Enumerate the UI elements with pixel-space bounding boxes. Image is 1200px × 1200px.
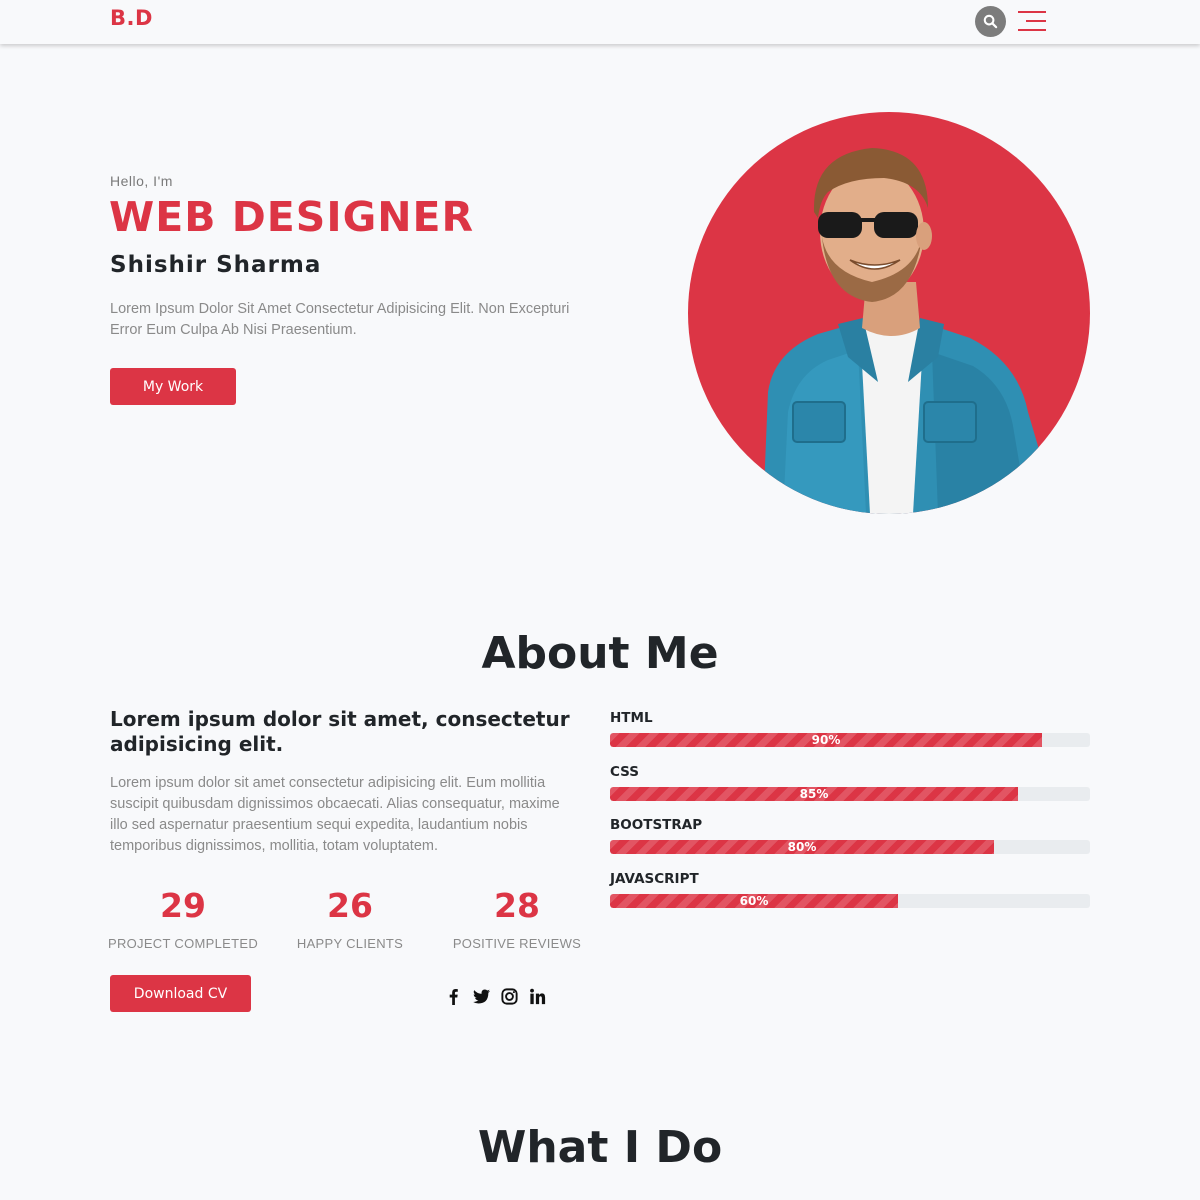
skill-name: BOOTSTRAP bbox=[610, 817, 703, 833]
services-title: What I Do bbox=[477, 1122, 723, 1173]
navbar: B.D bbox=[0, 0, 1200, 44]
download-cv-button[interactable]: Download CV bbox=[110, 975, 251, 1012]
hamburger-menu-icon bbox=[1018, 11, 1046, 13]
stat-label: HAPPY CLIENTS bbox=[296, 936, 404, 951]
search-button[interactable] bbox=[975, 6, 1006, 37]
stat-clients: 26 HAPPY CLIENTS bbox=[265, 885, 435, 951]
menu-line bbox=[1018, 29, 1046, 31]
skill-bar-html: 90% bbox=[610, 733, 1090, 747]
stat-value: 28 bbox=[494, 886, 540, 925]
hero-name: Shishir Sharma bbox=[110, 252, 322, 278]
stat-label: POSITIVE REVIEWS bbox=[452, 936, 582, 951]
my-work-button[interactable]: My Work bbox=[110, 368, 236, 405]
skill-progress: 80% bbox=[610, 840, 994, 854]
skill-bar-bootstrap: 80% bbox=[610, 840, 1090, 854]
skill-progress: 90% bbox=[610, 733, 1042, 747]
menu-line bbox=[1026, 20, 1046, 22]
about-heading: Lorem ipsum dolor sit amet, consectetur … bbox=[110, 707, 570, 756]
skill-name: JAVASCRIPT bbox=[610, 871, 699, 887]
about-text: Lorem ipsum dolor sit amet consectetur a… bbox=[110, 775, 560, 854]
stat-value: 26 bbox=[327, 886, 373, 925]
skill-progress: 85% bbox=[610, 787, 1018, 801]
menu-button[interactable] bbox=[1018, 10, 1046, 32]
skill-name: HTML bbox=[610, 710, 653, 726]
facebook-icon[interactable] bbox=[444, 987, 463, 1006]
about-title: About Me bbox=[481, 628, 719, 679]
skill-bar-javascript: 60% bbox=[610, 894, 1090, 908]
person-illustration bbox=[763, 148, 1058, 514]
hero-greeting: Hello, I'm bbox=[110, 173, 173, 189]
instagram-icon[interactable] bbox=[500, 987, 519, 1006]
skill-bar-css: 85% bbox=[610, 787, 1090, 801]
stat-reviews: 28 POSITIVE REVIEWS bbox=[432, 885, 602, 951]
stat-projects: 29 PROJECT COMPLETED bbox=[98, 885, 268, 951]
site-logo[interactable]: B.D bbox=[110, 6, 153, 30]
stat-label: PROJECT COMPLETED bbox=[107, 936, 259, 951]
twitter-icon[interactable] bbox=[472, 987, 491, 1006]
social-links bbox=[444, 985, 547, 1007]
linkedin-icon[interactable] bbox=[528, 987, 547, 1006]
hero-description: Lorem Ipsum Dolor Sit Amet Consectetur A… bbox=[110, 301, 570, 338]
skill-name: CSS bbox=[610, 764, 639, 780]
search-icon bbox=[983, 14, 998, 29]
profile-photo bbox=[688, 112, 1090, 514]
stat-value: 29 bbox=[160, 886, 206, 925]
hero-title: WEB DESIGNER bbox=[109, 193, 475, 241]
skill-progress: 60% bbox=[610, 894, 898, 908]
